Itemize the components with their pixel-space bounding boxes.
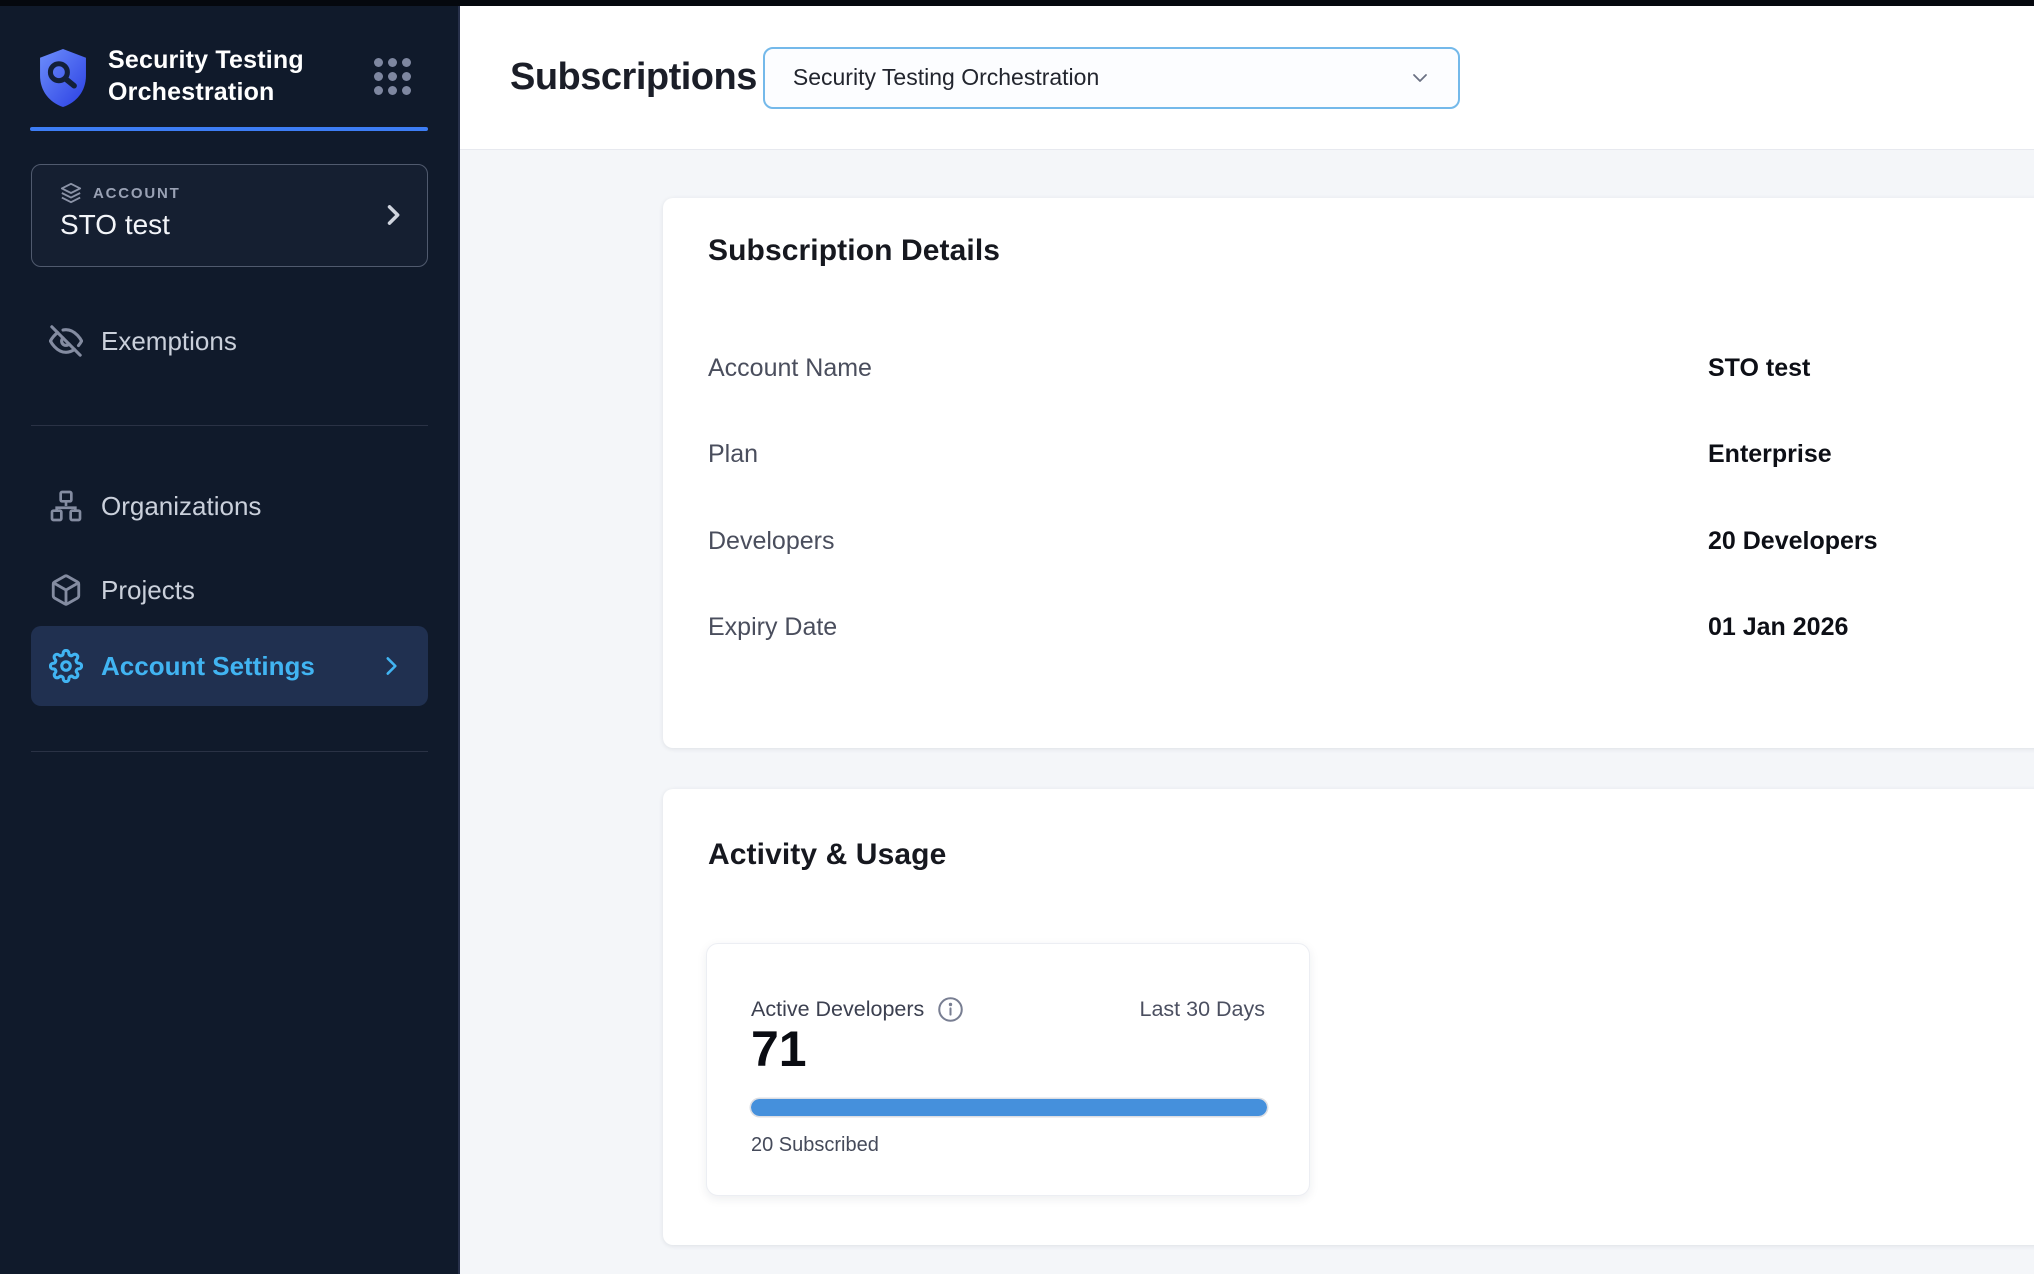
- detail-label: Plan: [708, 434, 758, 474]
- main-content: Subscriptions Security Testing Orchestra…: [460, 6, 2034, 1274]
- org-chart-icon: [48, 488, 84, 524]
- detail-label: Developers: [708, 521, 834, 561]
- layers-icon: [60, 182, 82, 204]
- active-developers-metric-card: Active Developers Last 30 Days 71 20 Sub…: [706, 943, 1310, 1196]
- subscribed-count-label: 20 Subscribed: [751, 1134, 879, 1157]
- subscription-details-title: Subscription Details: [708, 234, 1000, 268]
- module-selector-value: Security Testing Orchestration: [793, 64, 1099, 91]
- detail-row-expiry-date: Expiry Date 01 Jan 2026: [708, 607, 2018, 647]
- chevron-right-icon: [379, 201, 407, 229]
- sidebar-item-label: Exemptions: [101, 326, 237, 357]
- page-header: Subscriptions Security Testing Orchestra…: [460, 6, 2034, 150]
- cube-icon: [48, 572, 84, 608]
- active-developers-value: 71: [751, 1020, 807, 1078]
- detail-label: Expiry Date: [708, 607, 837, 647]
- sidebar-item-label: Account Settings: [101, 651, 315, 682]
- sidebar-item-projects[interactable]: Projects: [31, 558, 428, 622]
- detail-row-plan: Plan Enterprise: [708, 434, 2018, 474]
- sidebar-divider: [31, 751, 428, 752]
- activity-usage-title: Activity & Usage: [708, 838, 946, 872]
- gear-icon: [48, 648, 84, 684]
- sidebar-item-account-settings[interactable]: Account Settings: [31, 626, 428, 706]
- product-title: Security Testing Orchestration: [108, 44, 348, 108]
- chevron-down-icon: [1408, 66, 1432, 90]
- module-selector-dropdown[interactable]: Security Testing Orchestration: [763, 47, 1460, 109]
- account-scope-label: ACCOUNT: [93, 185, 181, 202]
- detail-row-account-name: Account Name STO test: [708, 348, 2018, 388]
- active-developers-progress-track: [751, 1099, 1267, 1116]
- detail-label: Account Name: [708, 348, 872, 388]
- brand-underline: [30, 127, 428, 131]
- account-name: STO test: [60, 209, 170, 241]
- account-scope-header: ACCOUNT: [60, 182, 181, 204]
- detail-row-developers: Developers 20 Developers: [708, 521, 2018, 561]
- window-top-strip: [0, 0, 2034, 6]
- active-developers-label: Active Developers: [751, 997, 924, 1022]
- app-root: Security Testing Orchestration ACCOUNT S…: [0, 6, 2034, 1274]
- detail-value: 01 Jan 2026: [1708, 607, 1848, 647]
- sidebar: Security Testing Orchestration ACCOUNT S…: [0, 6, 460, 1274]
- metric-period-label: Last 30 Days: [1140, 997, 1265, 1022]
- sidebar-divider: [31, 425, 428, 426]
- sidebar-item-label: Projects: [101, 575, 195, 606]
- sidebar-item-organizations[interactable]: Organizations: [31, 474, 428, 538]
- detail-value: STO test: [1708, 348, 1810, 388]
- sidebar-item-exemptions[interactable]: Exemptions: [31, 309, 428, 373]
- chevron-right-icon: [378, 653, 404, 679]
- subscription-details-card: Subscription Details Account Name STO te…: [663, 198, 2034, 748]
- sidebar-item-label: Organizations: [101, 491, 261, 522]
- detail-value: Enterprise: [1708, 434, 1832, 474]
- account-scope-card[interactable]: ACCOUNT STO test: [31, 164, 428, 267]
- sto-shield-logo-icon: [34, 46, 92, 110]
- page-title: Subscriptions: [510, 56, 757, 99]
- activity-usage-card: Activity & Usage Active Developers Last …: [663, 789, 2034, 1245]
- info-icon[interactable]: [937, 996, 964, 1023]
- eye-off-icon: [48, 323, 84, 359]
- active-developers-progress-fill: [751, 1099, 1267, 1116]
- metric-header: Active Developers Last 30 Days: [751, 994, 1265, 1024]
- detail-value: 20 Developers: [1708, 521, 1878, 561]
- module-grid-icon[interactable]: [370, 54, 414, 98]
